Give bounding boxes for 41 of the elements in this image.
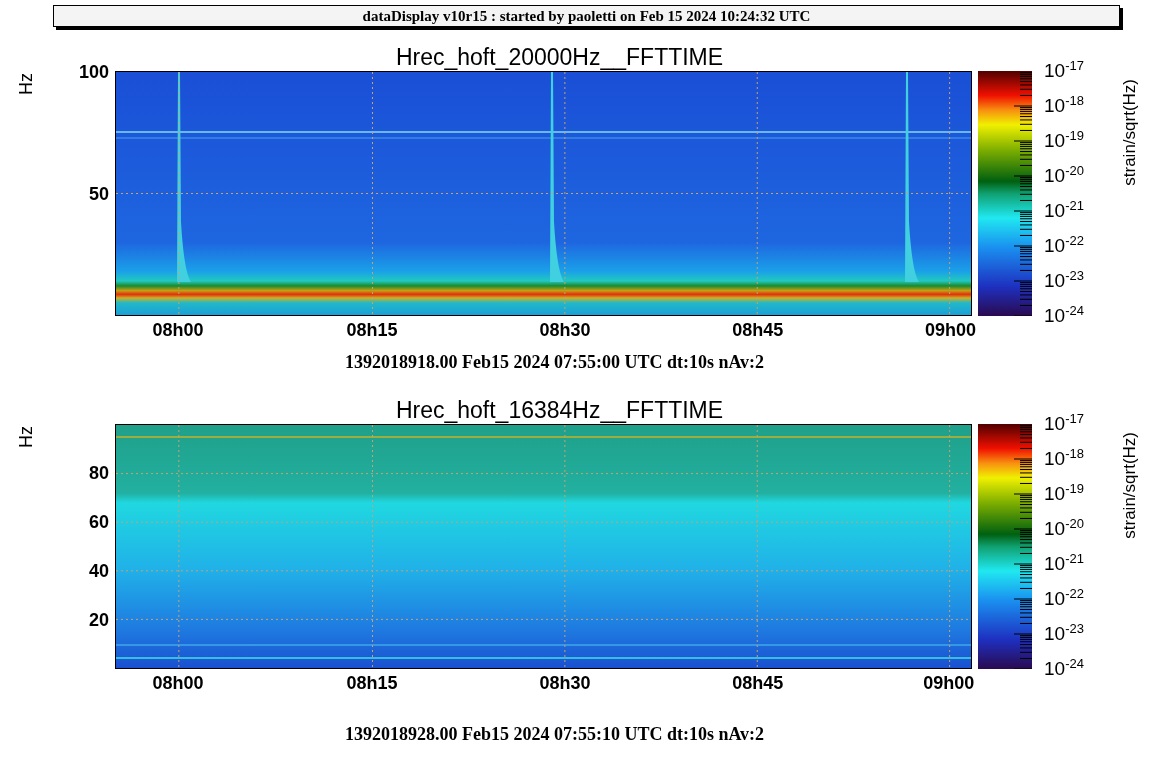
plot-title: Hrec_hoft_20000Hz__FFTTIME [395,43,724,71]
plot-caption: 1392018918.00 Feb15 2024 07:55:00 UTC dt:10s nAv:2 [343,352,766,373]
scale-tick-label: 10$^{-23}$ [1044,267,1084,292]
scale-tick-label: 10$^{-20}$ [1044,515,1084,540]
plot-caption: 1392018928.00 Feb15 2024 07:55:10 UTC dt:10s nAv:2 [343,724,766,745]
axis-tick-label: 08h00 [152,673,204,694]
scale-tick-label: 10$^{-22}$ [1044,585,1084,610]
axis-label: Hz [16,426,37,448]
scale-tick-label: 10$^{-19}$ [1044,480,1084,505]
axis-tick-label: 50 [88,183,109,204]
axis-tick-label: 100 [78,61,109,83]
axis-tick-label: 20 [88,609,109,631]
scale-tick-label: 10$^{-20}$ [1044,162,1084,187]
scale-tick-label: 10$^{-23}$ [1044,620,1084,645]
scale-tick-label: 10$^{-17}$ [1044,410,1084,435]
axis-tick-label: 09h00 [923,673,975,694]
axis-tick-label: 80 [88,462,109,484]
axis-tick-label: 08h15 [346,673,398,694]
axis-tick-label: 08h30 [539,673,591,694]
scale-tick-label: 10$^{-17}$ [1044,57,1084,82]
scale-tick-label: 10$^{-22}$ [1044,232,1084,257]
scale-tick-label: 10$^{-18}$ [1044,445,1084,470]
axis-tick-label: 08h30 [539,320,591,341]
axis-tick-label: 08h45 [732,320,784,341]
axis-tick-label: 40 [88,560,109,582]
axis-tick-label: 08h00 [152,320,204,341]
axis-label: strain/sqrt(Hz) [1119,432,1140,539]
scale-tick-label: 10$^{-24}$ [1044,655,1084,680]
axis-label: strain/sqrt(Hz) [1119,79,1140,186]
scale-tick-label: 10$^{-19}$ [1044,127,1084,152]
axis-tick-label: 08h45 [732,673,784,694]
axis-tick-label: 08h15 [346,320,398,341]
display-header: dataDisplay v10r15 : started by paoletti on Feb 15 2024 10:24:32 UTC [53,5,1120,27]
axis-tick-label: 60 [88,511,109,533]
axis-label: Hz [16,73,37,95]
plot-title: Hrec_hoft_16384Hz__FFTTIME [395,396,724,424]
axis-tick-label: 09h00 [925,320,977,341]
scale-tick-label: 10$^{-24}$ [1044,302,1084,327]
scale-tick-label: 10$^{-18}$ [1044,92,1084,117]
scale-tick-label: 10$^{-21}$ [1044,550,1084,575]
scale-tick-label: 10$^{-21}$ [1044,197,1084,222]
